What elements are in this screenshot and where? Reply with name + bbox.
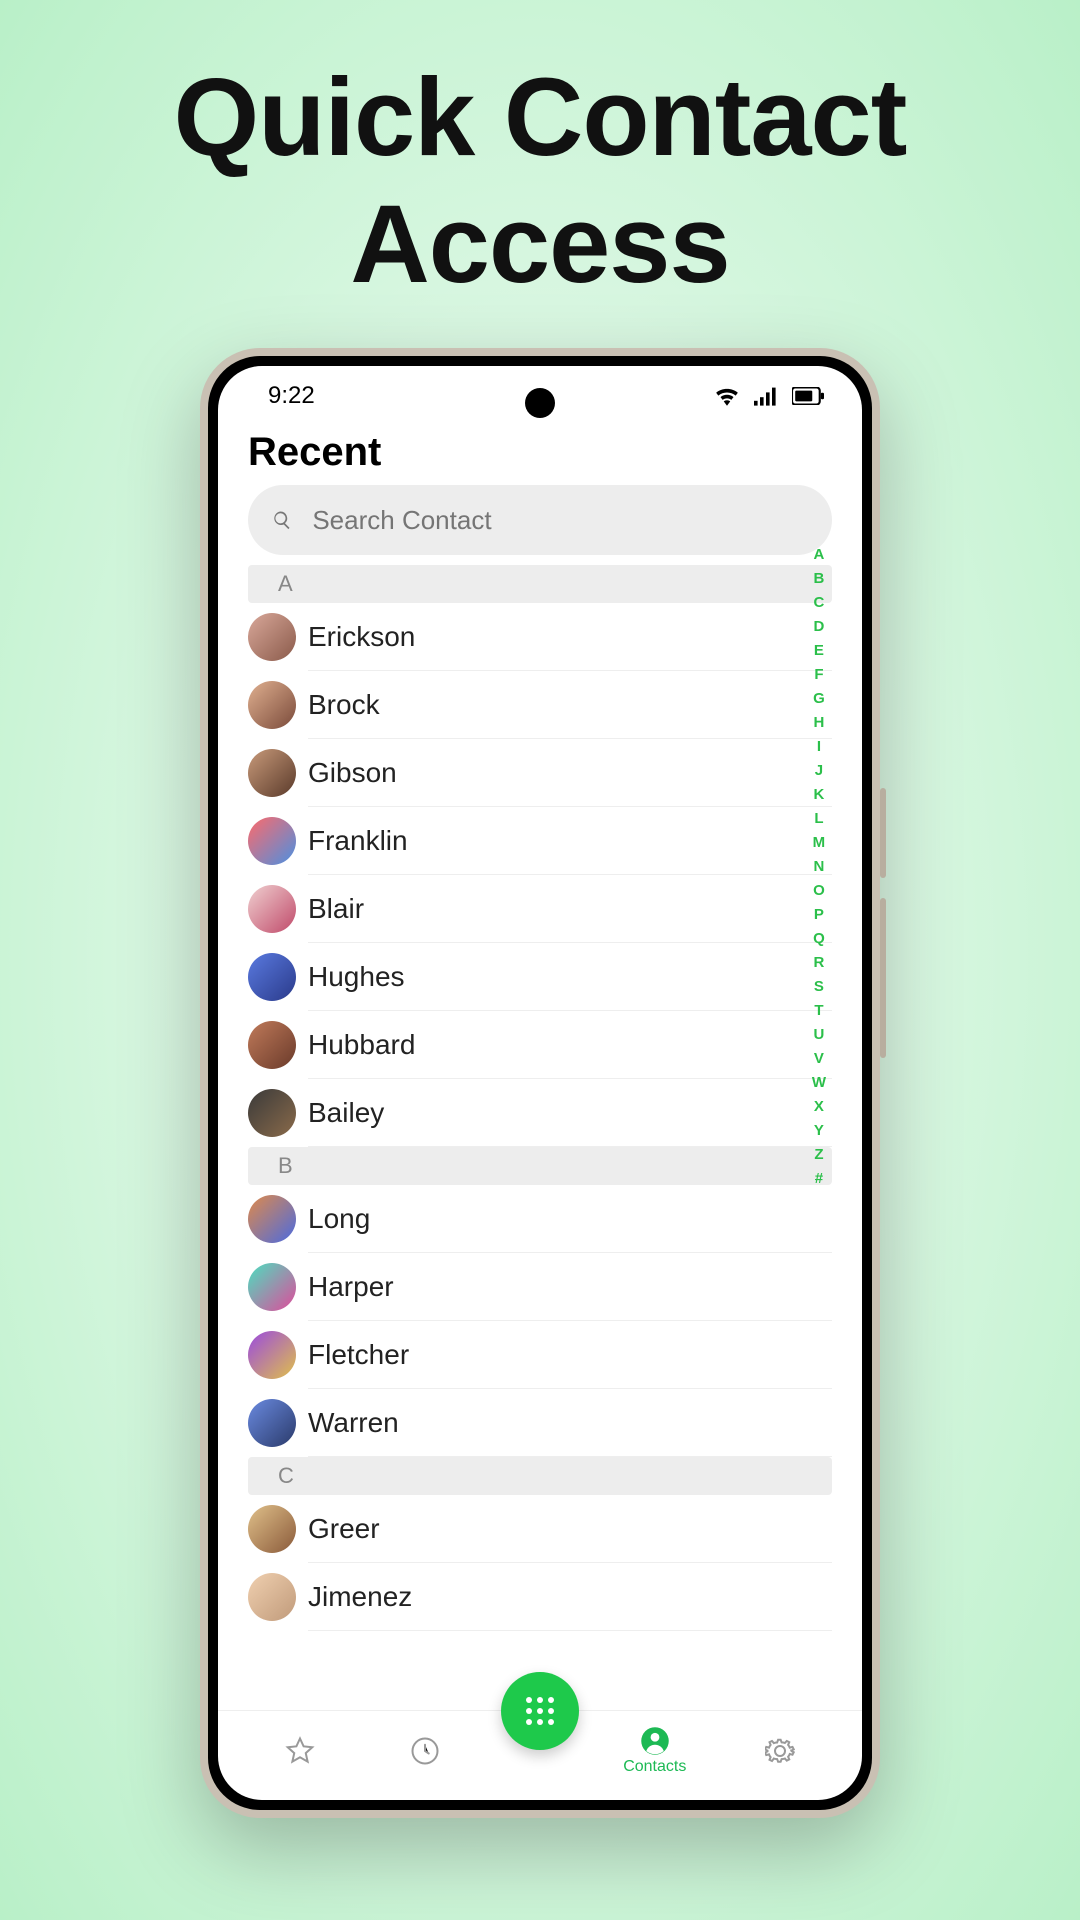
- side-button-1: [880, 788, 886, 878]
- alpha-index-letter[interactable]: N: [812, 858, 826, 875]
- contact-row[interactable]: Franklin: [308, 807, 832, 875]
- alpha-index-letter[interactable]: X: [812, 1098, 826, 1115]
- alpha-index-letter[interactable]: U: [812, 1026, 826, 1043]
- contact-name: Franklin: [308, 825, 408, 857]
- contact-row[interactable]: Blair: [308, 875, 832, 943]
- contact-name: Jimenez: [308, 1581, 412, 1613]
- person-icon: [640, 1726, 670, 1756]
- contact-row[interactable]: Gibson: [308, 739, 832, 807]
- alpha-index-letter[interactable]: S: [812, 978, 826, 995]
- contact-name: Brock: [308, 689, 380, 721]
- nav-recent[interactable]: [370, 1736, 480, 1766]
- battery-icon: [792, 387, 824, 405]
- alpha-index[interactable]: ABCDEFGHIJKLMNOPQRSTUVWXYZ #: [812, 546, 826, 1187]
- alpha-index-letter[interactable]: R: [812, 954, 826, 971]
- alpha-index-letter[interactable]: L: [812, 810, 826, 827]
- alpha-index-letter[interactable]: D: [812, 618, 826, 635]
- search-input[interactable]: [312, 505, 808, 536]
- alpha-index-letter[interactable]: E: [812, 642, 826, 659]
- alpha-index-letter[interactable]: C: [812, 594, 826, 611]
- alpha-index-letter[interactable]: W: [812, 1074, 826, 1091]
- contact-row[interactable]: Harper: [308, 1253, 832, 1321]
- nav-contacts[interactable]: Contacts: [600, 1726, 710, 1776]
- alpha-index-letter[interactable]: F: [812, 666, 826, 683]
- alpha-index-letter[interactable]: V: [812, 1050, 826, 1067]
- contact-name: Hughes: [308, 961, 405, 993]
- section-header: C: [248, 1457, 832, 1495]
- contact-name: Bailey: [308, 1097, 384, 1129]
- alpha-index-letter[interactable]: I: [812, 738, 826, 755]
- side-button-2: [880, 898, 886, 1058]
- star-icon: [285, 1736, 315, 1766]
- contact-name: Erickson: [308, 621, 415, 653]
- wifi-icon: [714, 386, 740, 406]
- alpha-index-letter[interactable]: #: [812, 1170, 826, 1187]
- contact-name: Gibson: [308, 757, 397, 789]
- promo-line1: Quick Contact: [174, 55, 907, 182]
- contact-row[interactable]: Brock: [308, 671, 832, 739]
- contact-name: Fletcher: [308, 1339, 409, 1371]
- bottom-nav: Contacts: [218, 1710, 862, 1800]
- contact-row[interactable]: Fletcher: [308, 1321, 832, 1389]
- page-header: Recent: [218, 426, 862, 485]
- alpha-index-letter[interactable]: Z: [812, 1146, 826, 1163]
- promo-line2: Access: [174, 182, 907, 309]
- nav-favorites[interactable]: [245, 1736, 355, 1766]
- alpha-index-letter[interactable]: O: [812, 882, 826, 899]
- contact-list[interactable]: A Erickson Brock Gibson Franklin Blair Hughes H…: [218, 565, 862, 1710]
- alpha-index-letter[interactable]: T: [812, 1002, 826, 1019]
- gear-icon: [765, 1736, 795, 1766]
- contact-row[interactable]: Bailey: [308, 1079, 832, 1147]
- contact-name: Hubbard: [308, 1029, 415, 1061]
- alpha-index-letter[interactable]: Q: [812, 930, 826, 947]
- contact-row[interactable]: Warren: [308, 1389, 832, 1457]
- signal-icon: [754, 386, 778, 406]
- status-time: 9:22: [268, 382, 315, 410]
- alpha-index-letter[interactable]: A: [812, 546, 826, 563]
- contact-row[interactable]: Long: [308, 1185, 832, 1253]
- contact-row[interactable]: Hubbard: [308, 1011, 832, 1079]
- section-header: A: [248, 565, 832, 603]
- dialpad-icon: [526, 1697, 554, 1725]
- contact-row[interactable]: Jimenez: [308, 1563, 832, 1631]
- nav-settings[interactable]: [725, 1736, 835, 1766]
- contact-row[interactable]: Greer: [308, 1495, 832, 1563]
- alpha-index-letter[interactable]: P: [812, 906, 826, 923]
- alpha-index-letter[interactable]: B: [812, 570, 826, 587]
- contact-name: Greer: [308, 1513, 380, 1545]
- section-header: B: [248, 1147, 832, 1185]
- contact-name: Harper: [308, 1271, 394, 1303]
- contact-row[interactable]: Erickson: [308, 603, 832, 671]
- alpha-index-letter[interactable]: J: [812, 762, 826, 779]
- contact-name: Long: [308, 1203, 370, 1235]
- page-title: Recent: [248, 430, 832, 475]
- contact-name: Blair: [308, 893, 364, 925]
- contact-row[interactable]: Hughes: [308, 943, 832, 1011]
- front-camera: [525, 388, 555, 418]
- promo-title: Quick Contact Access: [174, 55, 907, 308]
- search-bar[interactable]: [248, 485, 832, 555]
- clock-icon: [410, 1736, 440, 1766]
- search-icon: [272, 509, 292, 531]
- alpha-index-letter[interactable]: Y: [812, 1122, 826, 1139]
- alpha-index-letter[interactable]: K: [812, 786, 826, 803]
- dialpad-fab[interactable]: [501, 1672, 579, 1750]
- alpha-index-letter[interactable]: M: [812, 834, 826, 851]
- contact-name: Warren: [308, 1407, 399, 1439]
- nav-contacts-label: Contacts: [623, 1758, 686, 1776]
- alpha-index-letter[interactable]: G: [812, 690, 826, 707]
- phone-frame: 9:22 Recent A Erickson Brock Gibson Franklin…: [200, 348, 880, 1818]
- alpha-index-letter[interactable]: H: [812, 714, 826, 731]
